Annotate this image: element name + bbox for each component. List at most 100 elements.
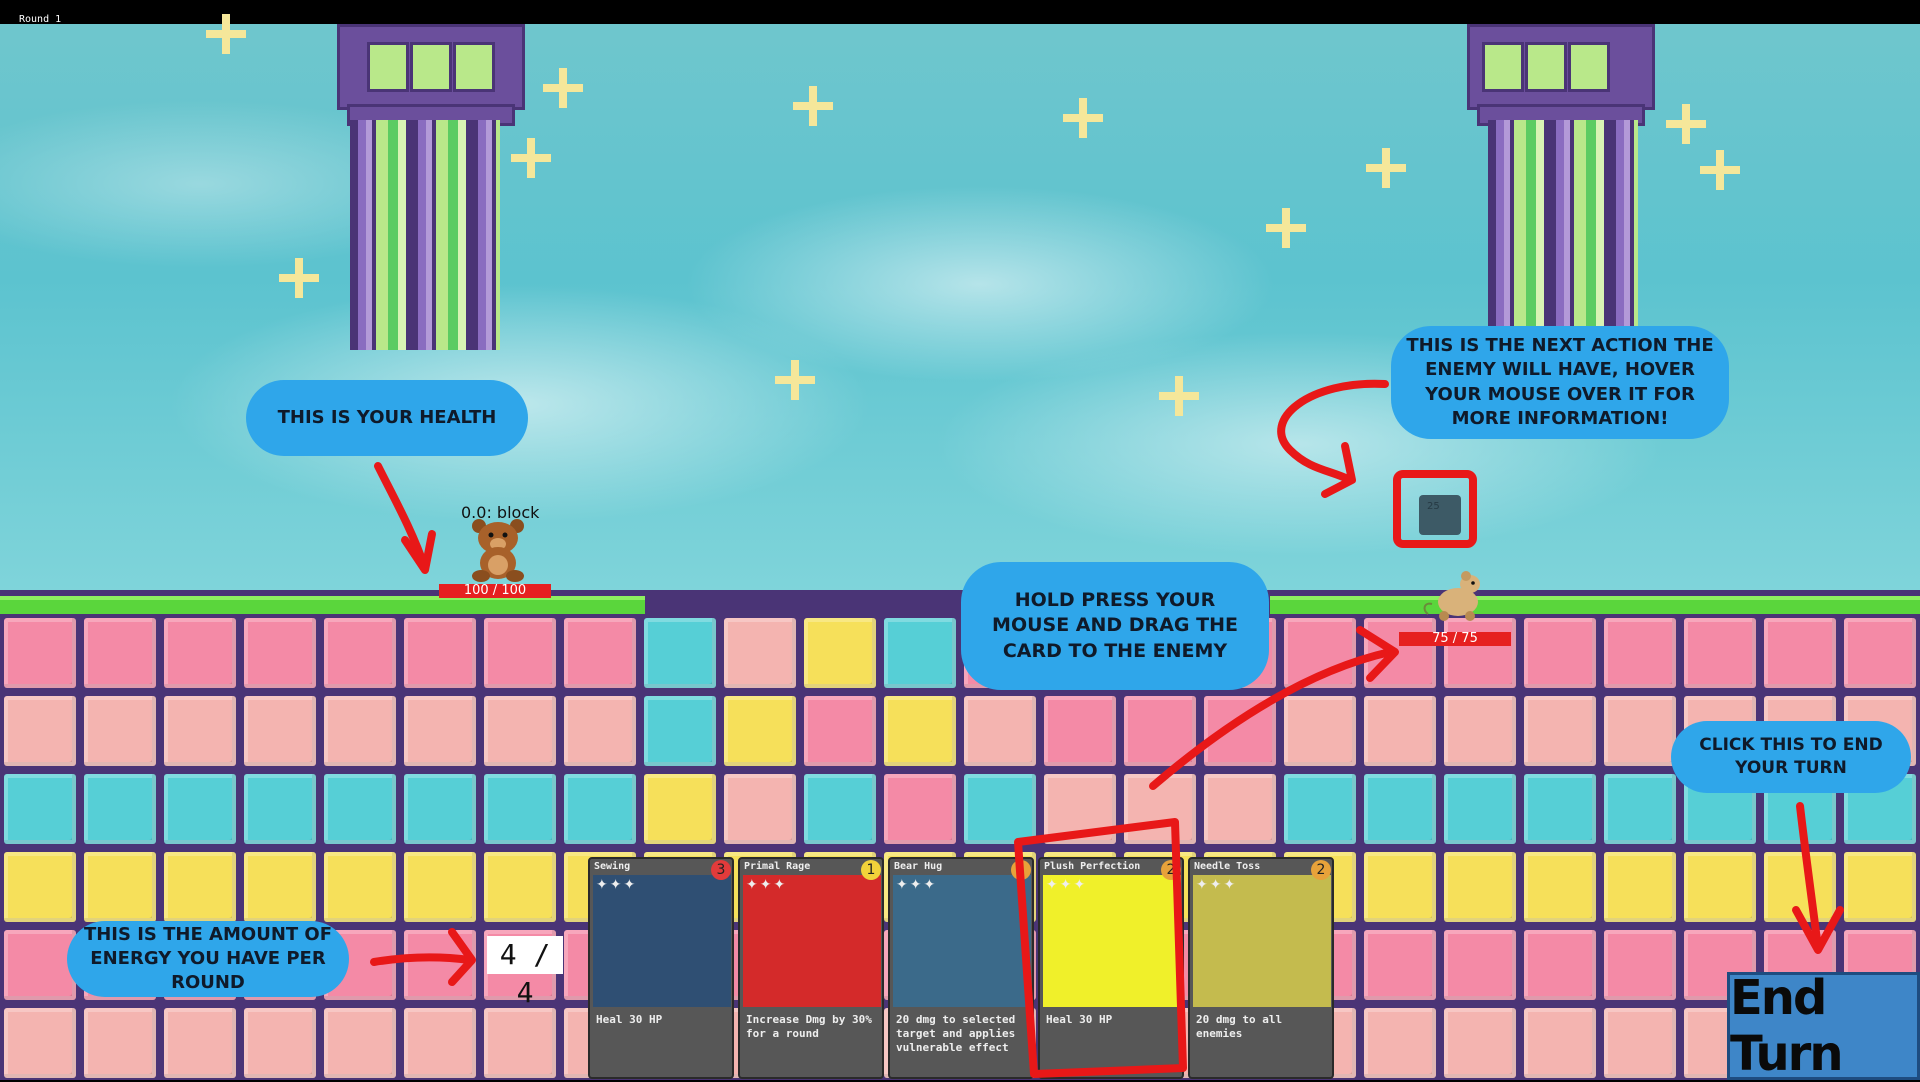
sparkle-icon <box>206 14 246 54</box>
floor-tile <box>724 774 796 844</box>
top-bar <box>0 0 1920 24</box>
floor-tile <box>84 696 156 766</box>
floor-tile <box>1204 774 1276 844</box>
floor-tile <box>404 696 476 766</box>
floor-tile <box>1284 774 1356 844</box>
floor-tile <box>1684 618 1756 688</box>
health-tip-text: This is your health <box>277 406 497 428</box>
sparkle-icon <box>511 138 551 178</box>
card-needle-toss[interactable]: Needle Toss 2 ✦✦✦ 20 dmg to all enemies <box>1188 857 1334 1079</box>
floor-tile <box>564 774 636 844</box>
enemy-intent-icon[interactable]: 25 <box>1419 495 1461 535</box>
floor-tile <box>1364 852 1436 922</box>
floor-tile <box>804 696 876 766</box>
floor-tile <box>1604 1008 1676 1078</box>
floor-tile <box>724 618 796 688</box>
floor-tile <box>1444 618 1516 688</box>
hugging-bear-icon <box>893 875 1031 1007</box>
player-health-text: 100 / 100 <box>463 583 527 598</box>
floor-tile <box>1524 852 1596 922</box>
floor-tile <box>84 1008 156 1078</box>
floor-tile <box>1364 1008 1436 1078</box>
card-sewing[interactable]: Sewing 3 ✦✦✦ Heal 30 HP <box>588 857 734 1079</box>
floor-tile <box>1524 696 1596 766</box>
floor-tile <box>484 696 556 766</box>
floor-tile <box>244 774 316 844</box>
floor-tile <box>404 618 476 688</box>
floor-tile <box>4 774 76 844</box>
sparkle-icon <box>1700 150 1740 190</box>
floor-tile <box>1364 618 1436 688</box>
end-turn-button[interactable]: End Turn <box>1727 970 1920 1082</box>
floor-tile <box>884 618 956 688</box>
floor-tile <box>1604 930 1676 1000</box>
floor-tile <box>404 930 476 1000</box>
floor-tile <box>1444 852 1516 922</box>
card-cost-badge: 2 <box>1161 860 1181 880</box>
floor-tile <box>1524 930 1596 1000</box>
floor-tile <box>1044 774 1116 844</box>
floor-tile <box>1844 618 1916 688</box>
floor-tile <box>1284 618 1356 688</box>
floor-tile <box>484 852 556 922</box>
energy-counter: 4 / 4 <box>487 936 563 1009</box>
floor-tile <box>644 774 716 844</box>
card-title: Needle Toss <box>1194 861 1261 872</box>
floor-tile <box>1524 774 1596 844</box>
floor-tile <box>1604 852 1676 922</box>
floor-tile <box>644 618 716 688</box>
sparkle-icon <box>1366 148 1406 188</box>
floor-tile <box>1364 774 1436 844</box>
floor-tile <box>1604 774 1676 844</box>
floor-tile <box>4 618 76 688</box>
floor-tile <box>644 696 716 766</box>
floor-tile <box>804 774 876 844</box>
health-tip-bubble: This is your health <box>246 380 528 456</box>
floor-tile <box>244 1008 316 1078</box>
floor-tile <box>1284 696 1356 766</box>
card-plush-perfection[interactable]: Plush Perfection 2 ✦✦✦ Heal 30 HP <box>1038 857 1184 1079</box>
floor-tile <box>164 696 236 766</box>
card-title: Sewing <box>594 861 631 872</box>
floor-tile <box>1844 852 1916 922</box>
card-cost-badge: 3 <box>711 860 731 880</box>
floor-tile <box>884 774 956 844</box>
end-turn-tip-bubble: Click this to end your turn <box>1671 721 1911 793</box>
floor-tile <box>564 618 636 688</box>
floor-tile <box>724 696 796 766</box>
angry-bear-icon <box>743 875 881 1007</box>
enemy-action-tip-bubble: This is the next action the enemy will h… <box>1391 326 1729 439</box>
card-rarity-stars-icon: ✦✦✦ <box>896 877 938 893</box>
enemy-toy-mouse[interactable] <box>1422 570 1488 622</box>
floor-tile <box>1764 618 1836 688</box>
floor-tile <box>324 852 396 922</box>
energy-tip-bubble: This is the amount of energy you have pe… <box>67 921 349 997</box>
floor-tile <box>164 774 236 844</box>
card-bear-hug[interactable]: Bear Hug ✦✦✦ 20 dmg to selected target and… <box>888 857 1034 1079</box>
end-turn-tip-text: Click this to end your turn <box>1699 735 1883 778</box>
floor-tile <box>1444 1008 1516 1078</box>
floor-tile <box>1684 852 1756 922</box>
sparkle-icon <box>1666 104 1706 144</box>
floor-tile <box>1524 1008 1596 1078</box>
floor-tile <box>964 696 1036 766</box>
card-cost-badge: 2 <box>1311 860 1331 880</box>
floor-tile <box>1604 696 1676 766</box>
floor-tile <box>884 696 956 766</box>
happy-bear-icon <box>1043 875 1181 1007</box>
drag-tip-text: Hold press your mouse and drag the card … <box>992 588 1238 662</box>
floor-tile <box>484 618 556 688</box>
card-description: 20 dmg to all enemies <box>1196 1013 1283 1040</box>
card-description: Heal 30 HP <box>596 1013 663 1026</box>
floor-tile <box>564 696 636 766</box>
floor-tile <box>1124 774 1196 844</box>
floor-tile <box>324 618 396 688</box>
card-primal-rage[interactable]: Primal Rage 1 ✦✦✦ Increase Dmg by 30% for a… <box>738 857 884 1079</box>
floor-tile <box>164 618 236 688</box>
floor-tile <box>1444 696 1516 766</box>
floor-tile <box>484 774 556 844</box>
needle-thread-icon <box>593 875 731 1007</box>
floor-tile <box>324 696 396 766</box>
player-teddy-bear[interactable] <box>467 518 529 582</box>
floor-tile <box>484 1008 556 1078</box>
